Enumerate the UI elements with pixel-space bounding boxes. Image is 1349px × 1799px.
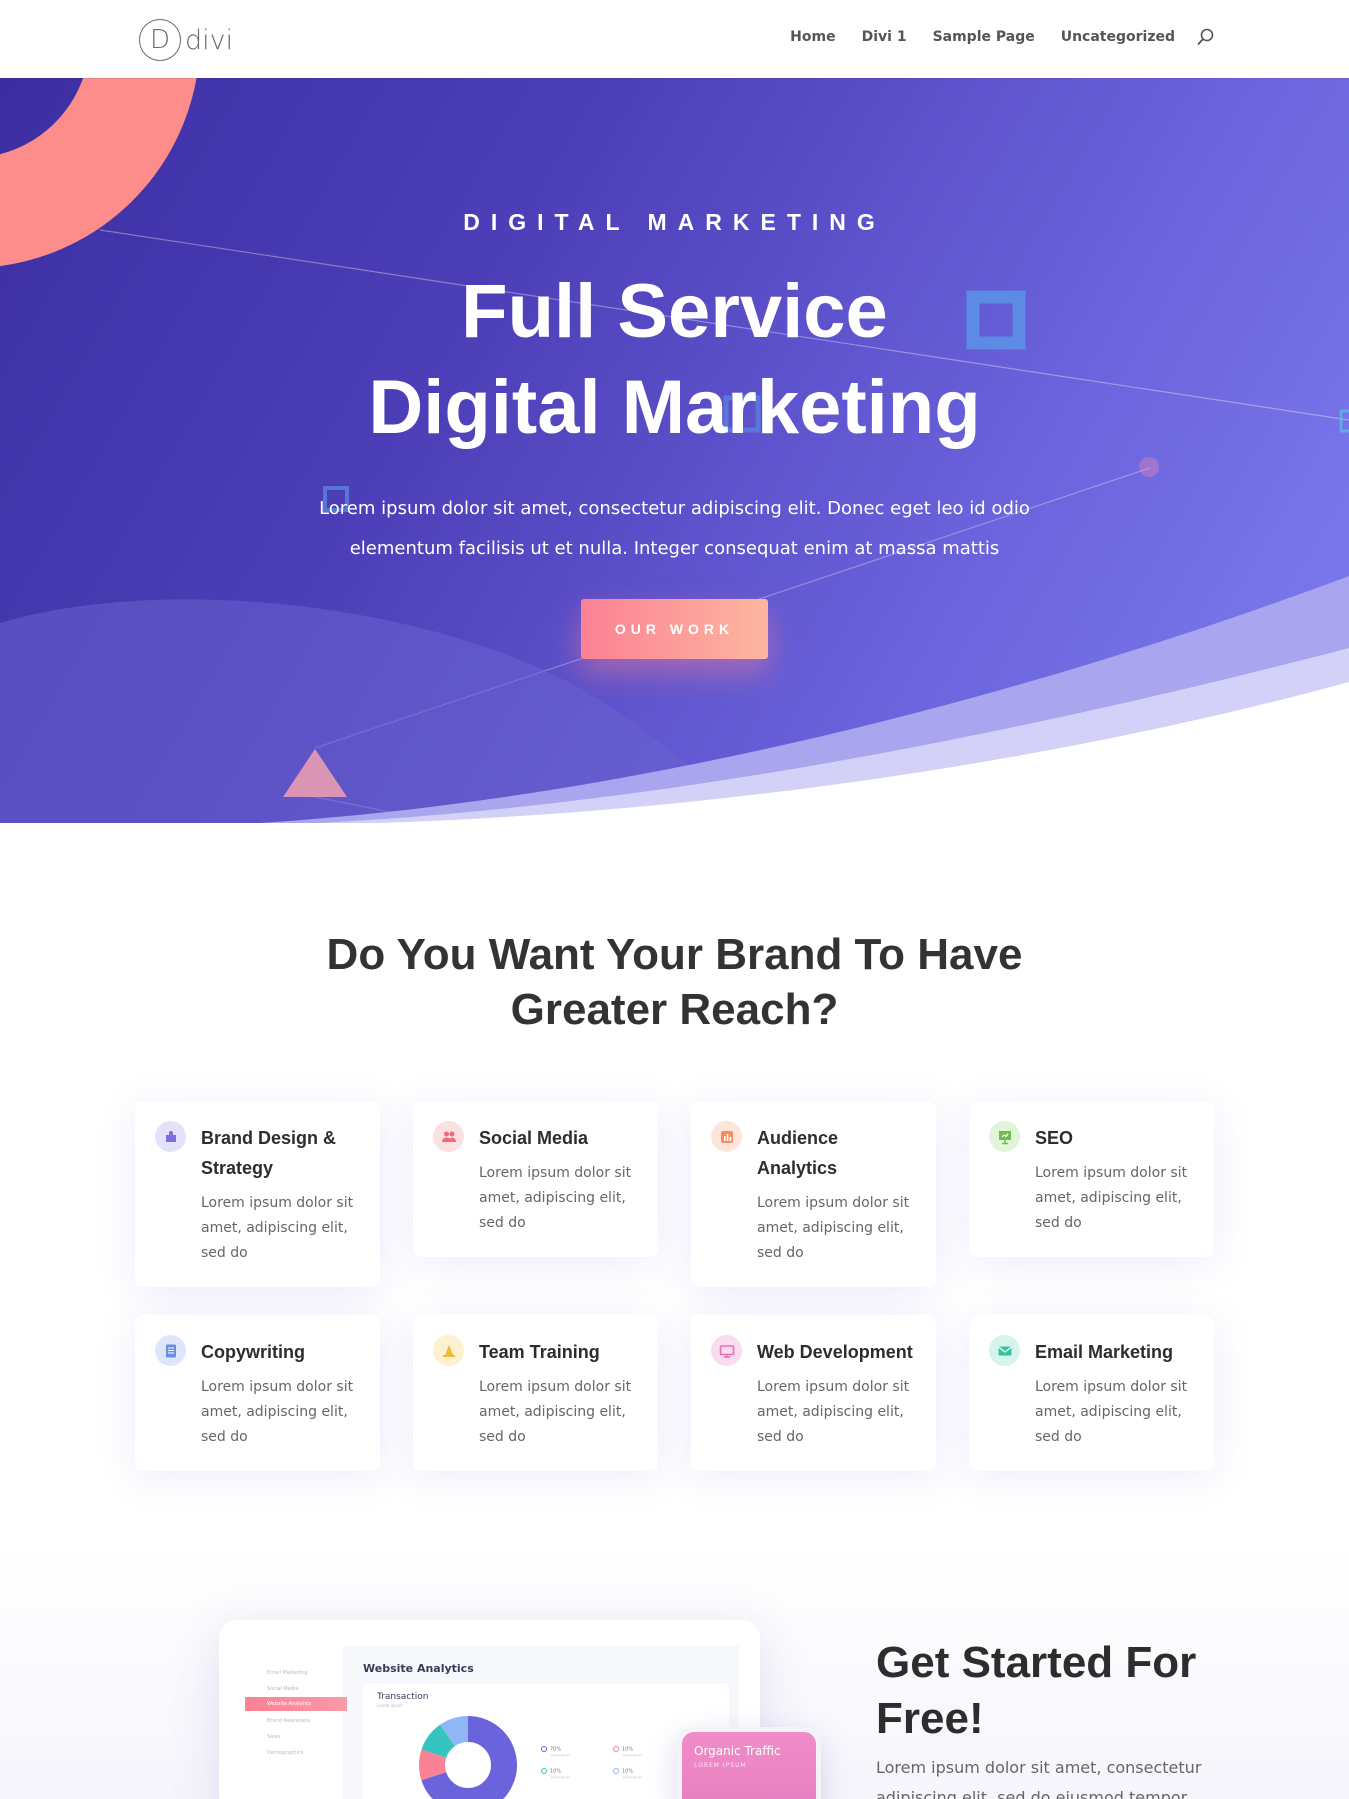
glow-dot: [1139, 457, 1159, 477]
presentation-icon: [989, 1121, 1020, 1152]
section-title: Do You Want Your Brand To Have Greater R…: [0, 927, 1349, 1037]
service-title: SEO: [1035, 1128, 1074, 1148]
dashboard-sidebar-item: Brand Awareness: [267, 1718, 311, 1724]
hero-section: DIGITAL MARKETING Full Service Digital M…: [0, 78, 1349, 823]
service-text: Lorem ipsum dolor sit amet, adipiscing e…: [1035, 1379, 1188, 1445]
logo-mark: D: [139, 19, 181, 61]
legend-value: 10%: [550, 1768, 562, 1775]
legend-sub: Lorem ipsum: [551, 1752, 571, 1757]
services-grid: Brand Design & Strategy Lorem ipsum dolo…: [135, 1101, 1214, 1471]
bar-chart-icon: [711, 1121, 742, 1152]
document-icon: [155, 1335, 186, 1366]
dashboard-sidebar-item: Email Marketing: [267, 1670, 308, 1676]
coral-arc-shape: [0, 78, 197, 267]
logo-text: divi: [185, 24, 234, 56]
phone-screen: Organic Traffic LOREM IPSUM: [682, 1732, 816, 1799]
service-text: Lorem ipsum dolor sit amet, adipiscing e…: [201, 1379, 354, 1445]
service-card: SEO Lorem ipsum dolor sit amet, adipisci…: [969, 1101, 1214, 1257]
legend-sub: Lorem ipsum: [623, 1774, 643, 1779]
cone-icon: [433, 1335, 464, 1366]
get-started-title: Get Started For Free!: [876, 1635, 1236, 1747]
legend-sub: Lorem ipsum: [623, 1752, 643, 1757]
dashboard-sidebar-item: Demographics: [267, 1750, 304, 1756]
panel-subtitle: Lorem ipsum: [377, 1703, 403, 1708]
service-text: Lorem ipsum dolor sit amet, adipiscing e…: [757, 1379, 910, 1445]
legend-item: 10% Lorem ipsum: [541, 1768, 570, 1779]
service-title: Social Media: [479, 1128, 589, 1148]
get-started-text: Lorem ipsum dolor sit amet, consectetur …: [876, 1758, 1202, 1799]
service-title: Email Marketing: [1035, 1342, 1174, 1362]
site-logo[interactable]: D divi: [139, 19, 233, 61]
nav-item-uncategorized[interactable]: Uncategorized: [1061, 29, 1175, 45]
phone-mockup: Organic Traffic LOREM IPSUM: [677, 1727, 821, 1799]
service-card: Social Media Lorem ipsum dolor sit amet,…: [413, 1101, 658, 1257]
service-card: Brand Design & Strategy Lorem ipsum dolo…: [135, 1101, 380, 1287]
service-text: Lorem ipsum dolor sit amet, adipiscing e…: [479, 1165, 632, 1231]
nav-item-home[interactable]: Home: [790, 29, 835, 45]
service-card: Email Marketing Lorem ipsum dolor sit am…: [969, 1315, 1214, 1471]
monitor-icon: [711, 1335, 742, 1366]
site-header: D divi Home Divi 1 Sample Page Uncategor…: [0, 0, 1349, 78]
envelope-icon: [989, 1335, 1020, 1366]
dashboard-title: Website Analytics: [363, 1662, 474, 1675]
dashboard-sidebar-item: Sales: [267, 1734, 281, 1740]
service-card: Audience Analytics Lorem ipsum dolor sit…: [691, 1101, 936, 1287]
main-nav: Home Divi 1 Sample Page Uncategorized: [764, 28, 1215, 46]
transaction-panel: Transaction Lorem ipsum 70% Lorem ipsum 1…: [363, 1684, 729, 1799]
puzzle-icon: [155, 1121, 186, 1152]
service-card: Copywriting Lorem ipsum dolor sit amet, …: [135, 1315, 380, 1471]
service-title: Audience Analytics: [757, 1128, 839, 1178]
phone-title: Organic Traffic: [694, 1744, 781, 1758]
dashboard-screen: Email Marketing Social Media Website Ana…: [239, 1646, 739, 1799]
section-title-line: Greater Reach?: [510, 985, 839, 1034]
dashboard-sidebar: Email Marketing Social Media Website Ana…: [239, 1646, 347, 1799]
hero-title-line: Full Service: [461, 269, 888, 354]
search-icon[interactable]: [1197, 28, 1215, 46]
service-card: Team Training Lorem ipsum dolor sit amet…: [413, 1315, 658, 1471]
service-card: Web Development Lorem ipsum dolor sit am…: [691, 1315, 936, 1471]
service-title: Web Development: [757, 1342, 913, 1362]
service-title: Team Training: [479, 1342, 600, 1362]
legend-value: 10%: [622, 1768, 634, 1775]
legend-item: 70% Lorem ipsum: [541, 1746, 570, 1757]
legend-sub: Lorem ipsum: [551, 1774, 571, 1779]
dashboard-sidebar-item-active: Website Analytics: [245, 1697, 347, 1711]
service-text: Lorem ipsum dolor sit amet, adipiscing e…: [757, 1195, 910, 1261]
legend-dot: [541, 1746, 547, 1752]
our-work-button[interactable]: OUR WORK: [581, 599, 768, 659]
get-started-title-line: Get Started For: [876, 1638, 1197, 1687]
hero-title-line: Digital Marketing: [368, 365, 981, 450]
service-text: Lorem ipsum dolor sit amet, adipiscing e…: [1035, 1165, 1188, 1231]
nav-item-sample-page[interactable]: Sample Page: [933, 29, 1035, 45]
service-title: Copywriting: [201, 1342, 305, 1362]
hero-title: Full Service Digital Marketing: [0, 264, 1349, 456]
get-started-title-line: Free!: [876, 1694, 984, 1743]
phone-subtitle: LOREM IPSUM: [694, 1762, 747, 1769]
service-title: Brand Design & Strategy: [201, 1128, 337, 1178]
legend-item: 10% Lorem ipsum: [613, 1768, 642, 1779]
legend-value: 70%: [550, 1746, 562, 1753]
hero-eyebrow: DIGITAL MARKETING: [463, 209, 886, 235]
legend-dot: [613, 1768, 619, 1774]
users-icon: [433, 1121, 464, 1152]
nav-item-divi-1[interactable]: Divi 1: [862, 29, 907, 45]
panel-title: Transaction: [377, 1692, 429, 1702]
dashboard-sidebar-item: Social Media: [267, 1686, 299, 1692]
donut-chart: [419, 1716, 517, 1799]
legend-item: 10% Lorem ipsum: [613, 1746, 642, 1757]
section-title-line: Do You Want Your Brand To Have: [326, 930, 1023, 979]
service-text: Lorem ipsum dolor sit amet, adipiscing e…: [201, 1195, 354, 1261]
legend-dot: [541, 1768, 547, 1774]
legend-value: 10%: [622, 1746, 634, 1753]
service-text: Lorem ipsum dolor sit amet, adipiscing e…: [479, 1379, 632, 1445]
legend-dot: [613, 1746, 619, 1752]
hero-description: Lorem ipsum dolor sit amet, consectetur …: [319, 498, 1030, 559]
